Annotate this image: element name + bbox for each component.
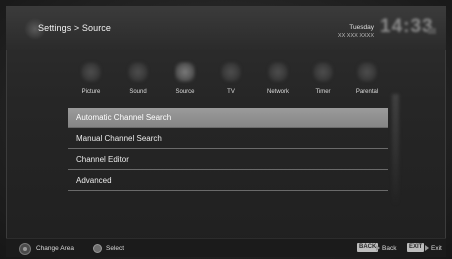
select-hint: Select (106, 245, 125, 252)
menu-item-advanced[interactable]: Advanced (68, 171, 388, 191)
clock-decoration (428, 28, 436, 34)
ok-button-icon (93, 244, 102, 253)
timer-icon (313, 62, 333, 82)
tv-icon (221, 62, 241, 82)
menu-item-manual-channel-search[interactable]: Manual Channel Search (68, 129, 388, 149)
back-hint: Back (382, 245, 397, 252)
tab-tv[interactable]: TV (208, 60, 254, 100)
exit-hint: Exit (431, 245, 442, 252)
tab-label: Source (175, 89, 195, 95)
arrow-icon (376, 245, 380, 251)
picture-icon (81, 62, 101, 82)
tab-label: Network (266, 89, 289, 95)
tab-picture[interactable]: Picture (68, 60, 114, 100)
tab-label: TV (227, 89, 235, 95)
parental-icon (357, 62, 377, 82)
tab-source[interactable]: Source (162, 60, 208, 100)
tab-label: Timer (315, 89, 331, 95)
tab-sound[interactable]: Sound (115, 60, 161, 100)
category-tabs: Picture Sound Source TV Network Timer Pa… (64, 60, 392, 100)
date-label: XX XXX XXXX (337, 33, 374, 39)
tab-label: Parental (355, 89, 379, 95)
sound-icon (128, 62, 148, 82)
tab-label: Picture (81, 89, 101, 95)
tab-timer[interactable]: Timer (300, 60, 346, 100)
source-menu: Automatic Channel Search Manual Channel … (68, 108, 388, 192)
breadcrumb: Settings > Source (38, 23, 111, 33)
day-label: Tuesday (349, 24, 374, 31)
exit-key[interactable]: EXIT (407, 243, 425, 252)
date-block: Tuesday XX XXX XXXX (338, 24, 374, 40)
tab-parental[interactable]: Parental (344, 60, 390, 100)
menu-item-channel-editor[interactable]: Channel Editor (68, 150, 388, 170)
scrollbar[interactable] (392, 94, 399, 206)
change-area-hint: Change Area (36, 245, 74, 252)
menu-item-automatic-channel-search[interactable]: Automatic Channel Search (68, 108, 388, 128)
source-icon (175, 62, 195, 82)
arrow-icon (425, 245, 429, 251)
tab-label: Sound (129, 89, 147, 95)
tab-network[interactable]: Network (255, 60, 301, 100)
navigation-pad-icon (19, 243, 31, 255)
network-icon (268, 62, 288, 82)
clock: 14:33 (380, 16, 434, 37)
